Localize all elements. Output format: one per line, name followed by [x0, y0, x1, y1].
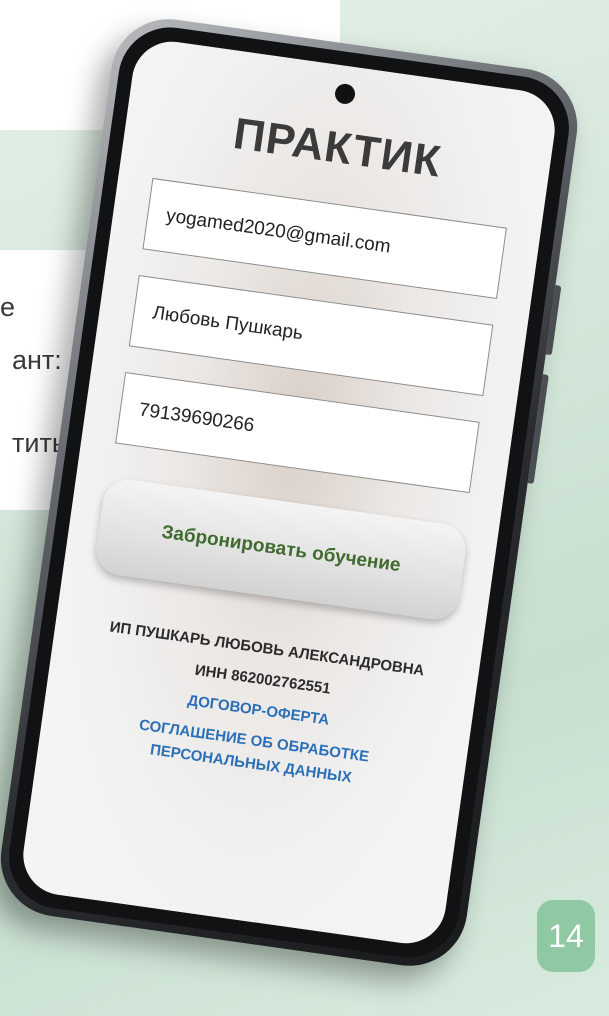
email-field-value: yogamed2020@gmail.com [164, 205, 392, 258]
footer: ИП ПУШКАРЬ ЛЮБОВЬ АЛЕКСАНДРОВНА ИНН 8620… [38, 611, 479, 808]
phone-mockup: ПРАКТИК yogamed2020@gmail.com Любовь Пуш… [0, 11, 585, 974]
name-field[interactable]: Любовь Пушкарь [128, 274, 494, 397]
book-training-button-label: Забронировать обучение [160, 521, 402, 577]
page-number-badge: 14 [537, 900, 595, 972]
slide-text-fragment-1: е [0, 292, 16, 322]
book-training-button[interactable]: Забронировать обучение [93, 476, 469, 623]
phone-field[interactable]: 79139690266 [115, 372, 480, 494]
email-field[interactable]: yogamed2020@gmail.com [142, 177, 507, 300]
name-field-value: Любовь Пушкарь [151, 302, 305, 345]
phone-field-value: 79139690266 [137, 399, 256, 437]
front-camera-icon [333, 82, 357, 106]
slide-text-fragment-2: ант: [12, 345, 62, 375]
phone-side-button [545, 285, 562, 356]
page-number: 14 [548, 917, 584, 954]
